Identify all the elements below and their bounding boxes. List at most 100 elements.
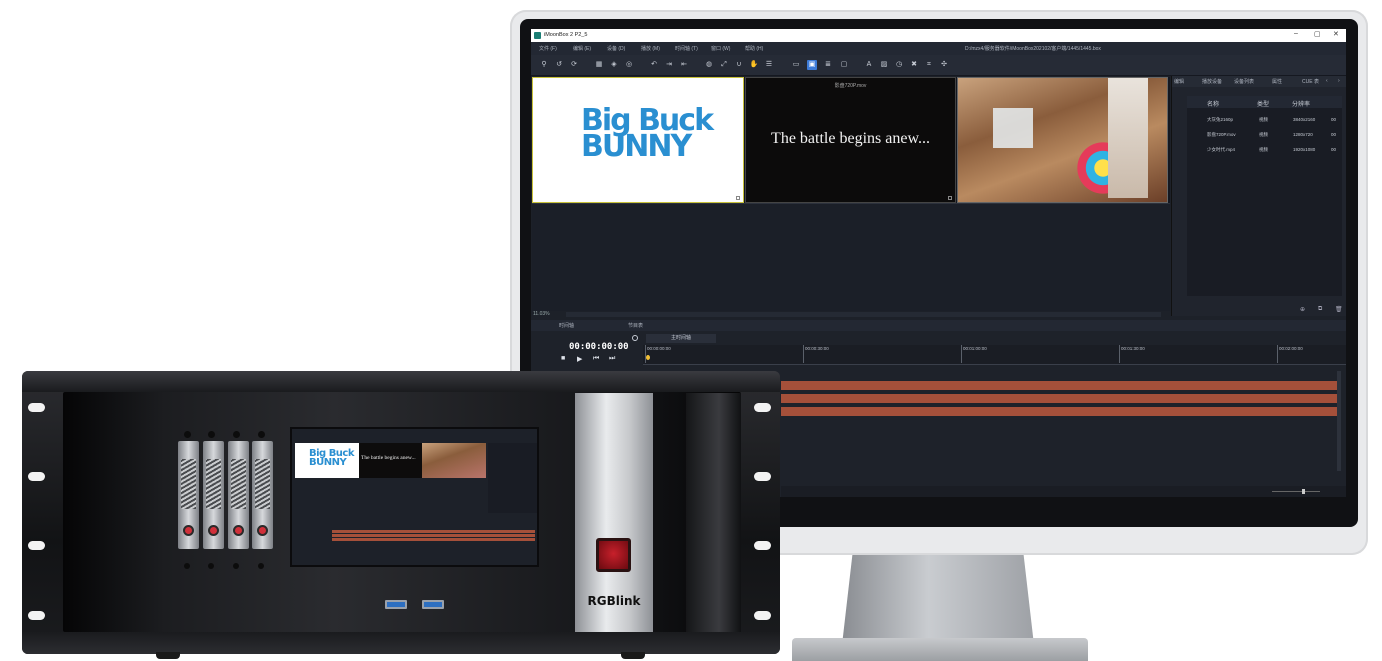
preview-panel-2[interactable]: 影盘720P.mov The battle begins anew...: [745, 77, 956, 203]
magnet-icon[interactable]: ∪: [734, 60, 744, 70]
globe-icon[interactable]: ◍: [704, 60, 714, 70]
mount-hole: [754, 403, 771, 412]
import-icon[interactable]: ⇥: [664, 60, 674, 70]
usb-port[interactable]: [385, 600, 407, 609]
timeline-clip[interactable]: [781, 381, 1338, 390]
timeline-zoom-slider[interactable]: [1272, 491, 1320, 492]
cross-icon[interactable]: ✖: [909, 60, 919, 70]
refresh-icon[interactable]: ⟳: [569, 60, 579, 70]
drive-release-button[interactable]: [257, 525, 268, 536]
tab-properties[interactable]: 属性: [1272, 78, 1282, 85]
gear-icon[interactable]: [632, 335, 638, 341]
palm-icon[interactable]: ✋: [749, 60, 759, 70]
title-bar: iMoonBox 2 P2_5 – ▢ ✕: [531, 29, 1346, 42]
target-icon[interactable]: ◎: [624, 60, 634, 70]
table-row[interactable]: 大灰兔2160p 视频 3840x2160 00: [1187, 114, 1342, 126]
export-icon[interactable]: ⇤: [679, 60, 689, 70]
link-icon[interactable]: ⚲: [539, 60, 549, 70]
canvas-area[interactable]: [532, 203, 1170, 311]
image-icon[interactable]: ▨: [879, 60, 889, 70]
next-icon[interactable]: ⏭: [609, 355, 615, 363]
drive-bay[interactable]: [178, 441, 199, 549]
drive-grill: [206, 459, 221, 509]
stop-icon[interactable]: ■: [561, 355, 565, 362]
text-icon[interactable]: A: [864, 60, 874, 70]
side-panel: [686, 393, 741, 632]
preview-panel-1[interactable]: Big Buck BUNNY: [532, 77, 744, 203]
table-row[interactable]: 影盘720P.mov 视频 1280x720 00: [1187, 129, 1342, 141]
tab-timeline[interactable]: 时间轴: [559, 322, 574, 329]
horizontal-scrollbar[interactable]: [566, 312, 1161, 317]
app-logo-icon: [534, 32, 541, 39]
select-icon[interactable]: ▣: [807, 60, 817, 70]
timeline-zoom-handle[interactable]: [1302, 489, 1305, 494]
grid-icon[interactable]: ▦: [594, 60, 604, 70]
more-icon[interactable]: ✣: [939, 60, 949, 70]
drive-release-button[interactable]: [183, 525, 194, 536]
delete-icon[interactable]: 🗑: [1335, 306, 1343, 313]
playhead[interactable]: [646, 355, 650, 360]
monitor-icon[interactable]: ▭: [791, 60, 801, 70]
add-icon[interactable]: ⊕: [1300, 306, 1305, 313]
drive-grill: [255, 459, 270, 509]
table-row[interactable]: 少女时代.mp4 视频 1920x1080 00: [1187, 144, 1342, 156]
screen-icon[interactable]: ▢: [839, 60, 849, 70]
menu-play[interactable]: 播放 (M): [641, 45, 660, 52]
maximize-button[interactable]: ▢: [1314, 30, 1321, 38]
play-icon[interactable]: ▶: [577, 355, 582, 363]
tab-cue-list[interactable]: CUE 表: [1302, 78, 1319, 85]
close-button[interactable]: ✕: [1333, 30, 1339, 38]
usb-port[interactable]: [422, 600, 444, 609]
layers-icon[interactable]: ◈: [609, 60, 619, 70]
copy-icon[interactable]: ⧉: [1318, 306, 1322, 313]
drive-release-button[interactable]: [233, 525, 244, 536]
drive-bay[interactable]: [228, 441, 249, 549]
minimize-button[interactable]: –: [1294, 30, 1298, 37]
drive-bay[interactable]: [203, 441, 224, 549]
tab-play-device[interactable]: 播放设备: [1202, 78, 1222, 85]
drive-grill: [181, 459, 196, 509]
menu-device[interactable]: 设备 (D): [607, 45, 625, 52]
timeline-clip[interactable]: [781, 407, 1338, 416]
chevron-left-icon[interactable]: ‹: [1326, 78, 1328, 84]
preview-area[interactable]: Big Buck BUNNY 影盘720P.mov The battle beg…: [532, 77, 1170, 203]
mount-hole: [28, 611, 45, 620]
tab-main-timeline[interactable]: 主时间轴: [646, 334, 716, 343]
mount-hole: [754, 611, 771, 620]
mini-timeline-clip: [332, 534, 535, 537]
power-button[interactable]: [596, 538, 631, 572]
preview-panel-3[interactable]: [957, 77, 1168, 203]
chevron-right-icon[interactable]: ›: [1338, 78, 1340, 84]
menu-window[interactable]: 窗口 (W): [711, 45, 730, 52]
list-icon[interactable]: ☰: [764, 60, 774, 70]
tab-device-list[interactable]: 设备列表: [1234, 78, 1254, 85]
timeline-scrollbar[interactable]: [1337, 371, 1341, 471]
column-name[interactable]: 名称: [1207, 99, 1219, 108]
menu-file[interactable]: 文件 (F): [539, 45, 557, 52]
previous-icon[interactable]: ⏮: [593, 355, 599, 363]
tab-program-list[interactable]: 节目表: [628, 322, 643, 329]
menu-edit[interactable]: 编辑 (E): [573, 45, 591, 52]
mini-media-panel: [488, 443, 537, 513]
time-ruler[interactable]: 00:00:00:00 00:00:30:00 00:01:00:00 00:0…: [643, 345, 1346, 365]
drive-grill: [231, 459, 246, 509]
column-resolution[interactable]: 分辨率: [1292, 99, 1310, 108]
column-type[interactable]: 类型: [1257, 99, 1269, 108]
screw: [258, 563, 264, 569]
align-icon[interactable]: ≣: [823, 60, 833, 70]
rotate-left-icon[interactable]: ↺: [554, 60, 564, 70]
tab-edit[interactable]: 编辑: [1174, 78, 1184, 85]
mount-hole: [28, 472, 45, 481]
resize-icon[interactable]: ⤢: [719, 60, 729, 70]
ruler-tick: [1277, 345, 1278, 363]
drive-release-button[interactable]: [208, 525, 219, 536]
crop-icon[interactable]: ⌗: [924, 60, 934, 70]
ruler-label: 00:01:00:00: [963, 346, 987, 351]
timer-icon[interactable]: ◷: [894, 60, 904, 70]
menu-help[interactable]: 帮助 (H): [745, 45, 763, 52]
menu-timeline[interactable]: 时间轴 (T): [675, 45, 698, 52]
ruler-tick: [1119, 345, 1120, 363]
undo-icon[interactable]: ↶: [649, 60, 659, 70]
drive-bay[interactable]: [252, 441, 273, 549]
timeline-clip[interactable]: [781, 394, 1338, 403]
